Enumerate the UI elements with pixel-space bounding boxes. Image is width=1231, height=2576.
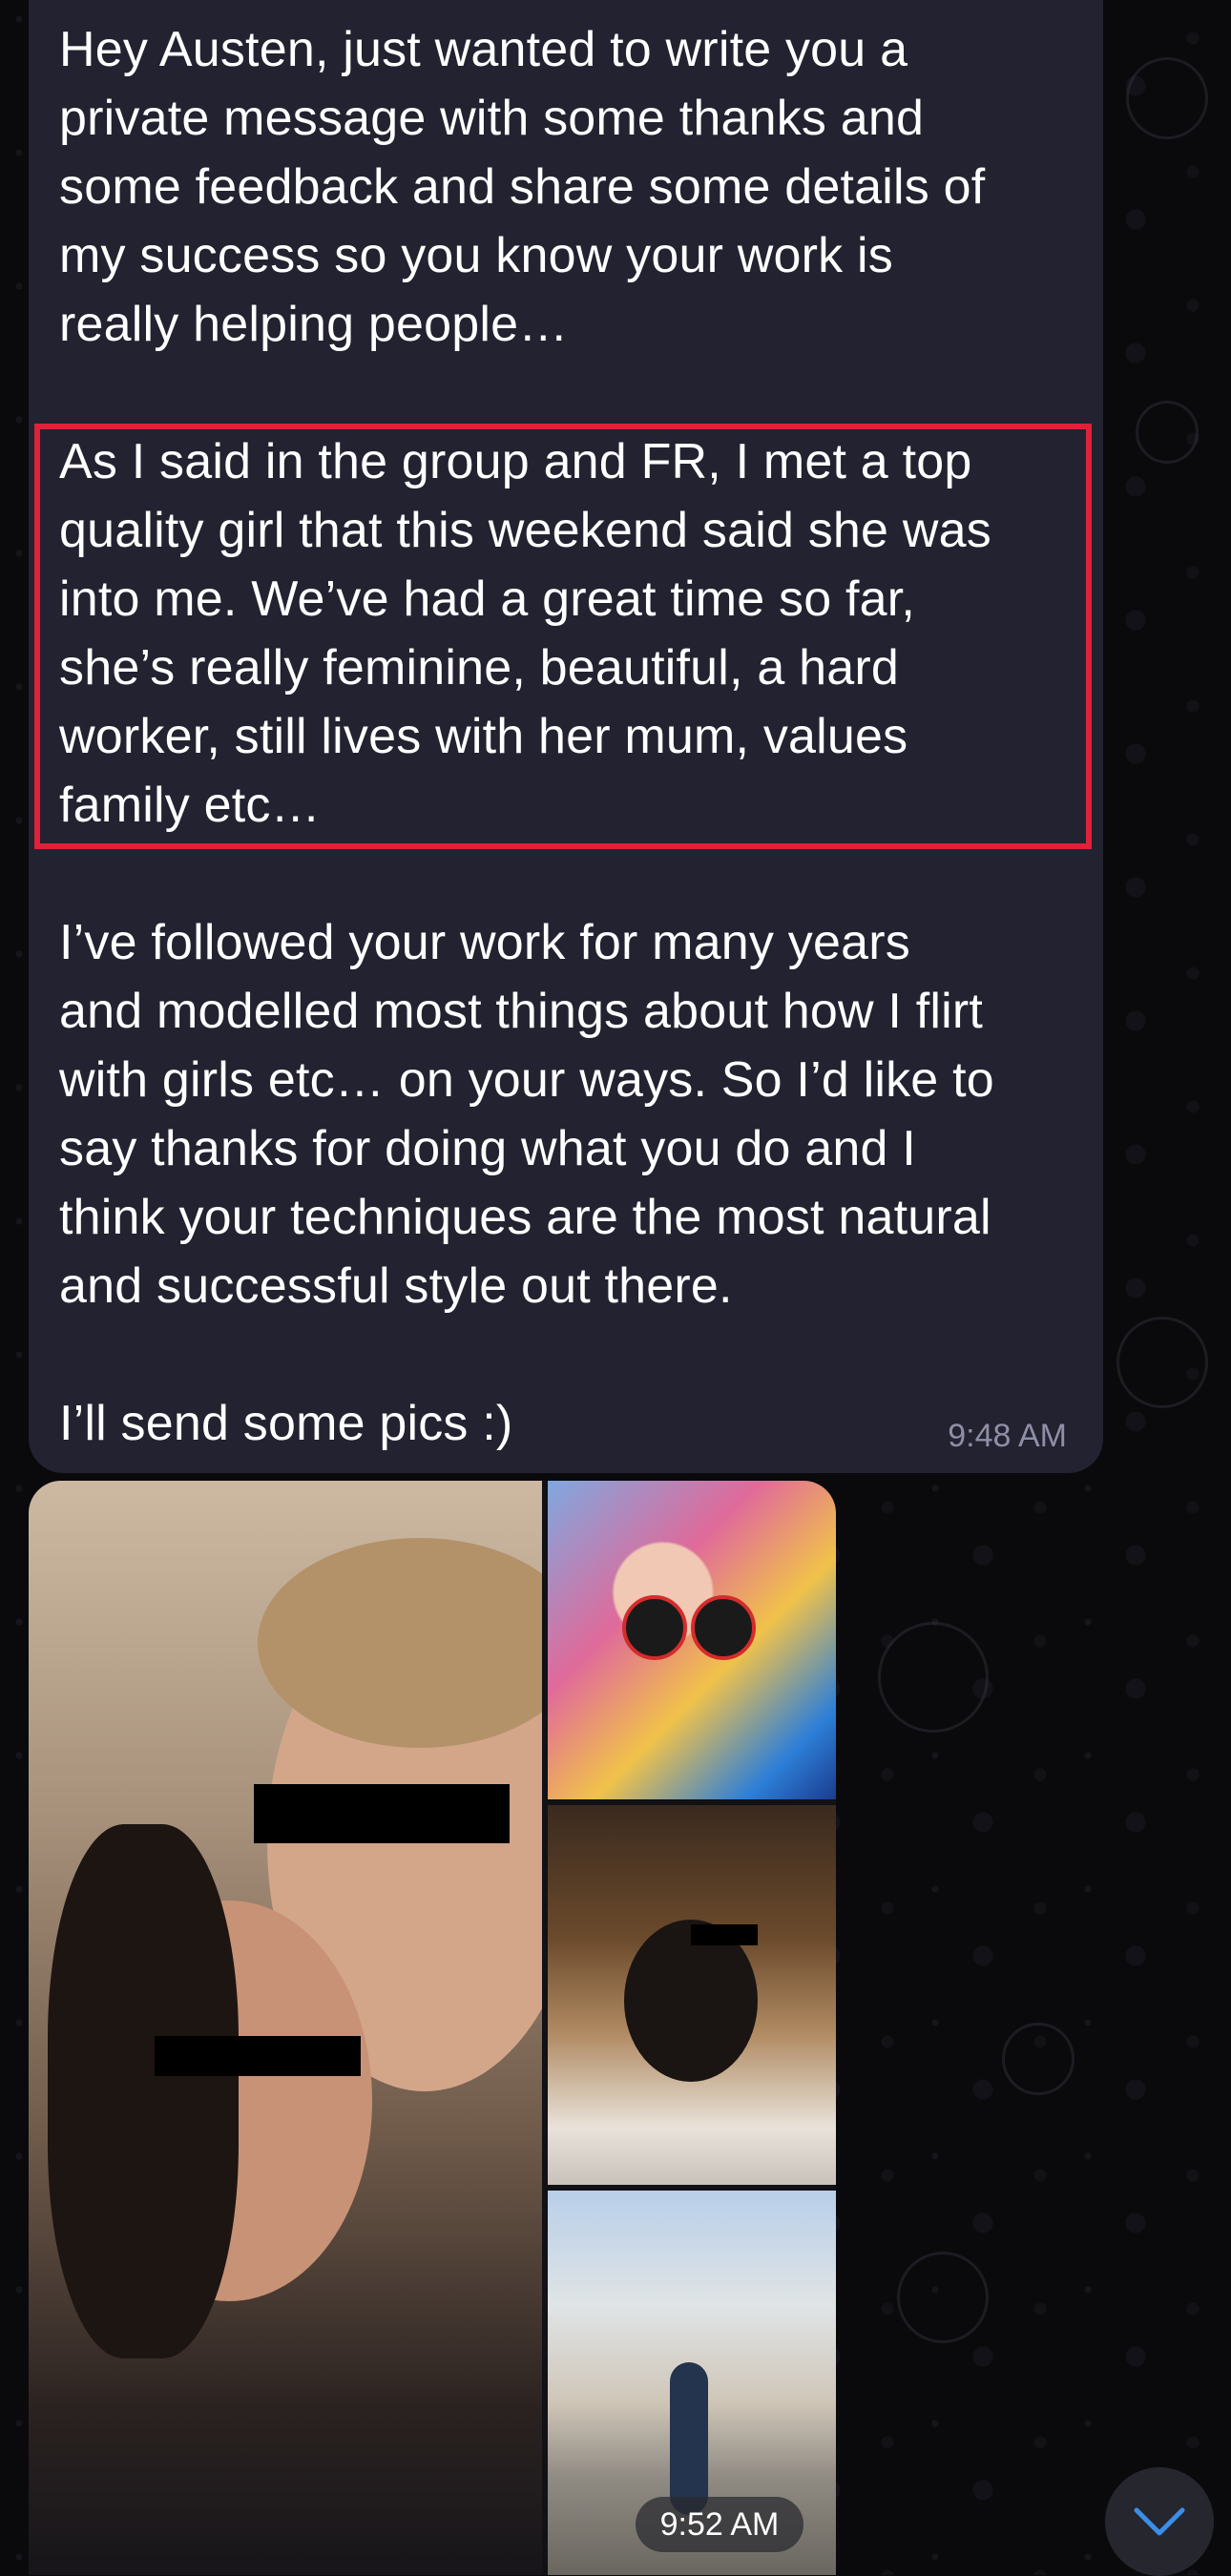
cafe-photo[interactable]	[548, 1805, 836, 2185]
wallpaper-doodle	[1116, 1317, 1208, 1408]
sunglasses-lens	[622, 1595, 687, 1660]
message-paragraph-2: As I said in the group and FR, I met a t…	[59, 434, 991, 833]
album-timestamp: 9:52 AM	[636, 2497, 803, 2552]
sunglasses-lens	[691, 1595, 756, 1660]
scroll-down-button[interactable]	[1105, 2467, 1214, 2576]
wallpaper-doodle	[1002, 2023, 1075, 2095]
wallpaper-doodle	[878, 1622, 989, 1733]
chevron-down-icon	[1134, 2507, 1185, 2536]
message-paragraph-3: I’ve followed your work for many years a…	[59, 915, 994, 1314]
wallpaper-doodle	[897, 2252, 989, 2343]
redaction-bar	[691, 1924, 758, 1945]
message-paragraph-4: I’ll send some pics :)	[59, 1396, 513, 1451]
mural-photo[interactable]	[548, 1481, 836, 1799]
redaction-bar	[254, 1784, 510, 1843]
wallpaper-doodle	[1136, 401, 1199, 464]
person-figure	[670, 2362, 708, 2515]
woman-hair	[48, 1824, 239, 2358]
photo-album[interactable]	[29, 1481, 836, 2575]
message-timestamp: 9:48 AM	[948, 1418, 1067, 1454]
wallpaper-doodle	[1126, 57, 1208, 139]
redaction-bar	[155, 2036, 361, 2076]
couple-photo[interactable]	[29, 1481, 542, 2575]
message-paragraph-1: Hey Austen, just wanted to write you a p…	[59, 22, 986, 352]
